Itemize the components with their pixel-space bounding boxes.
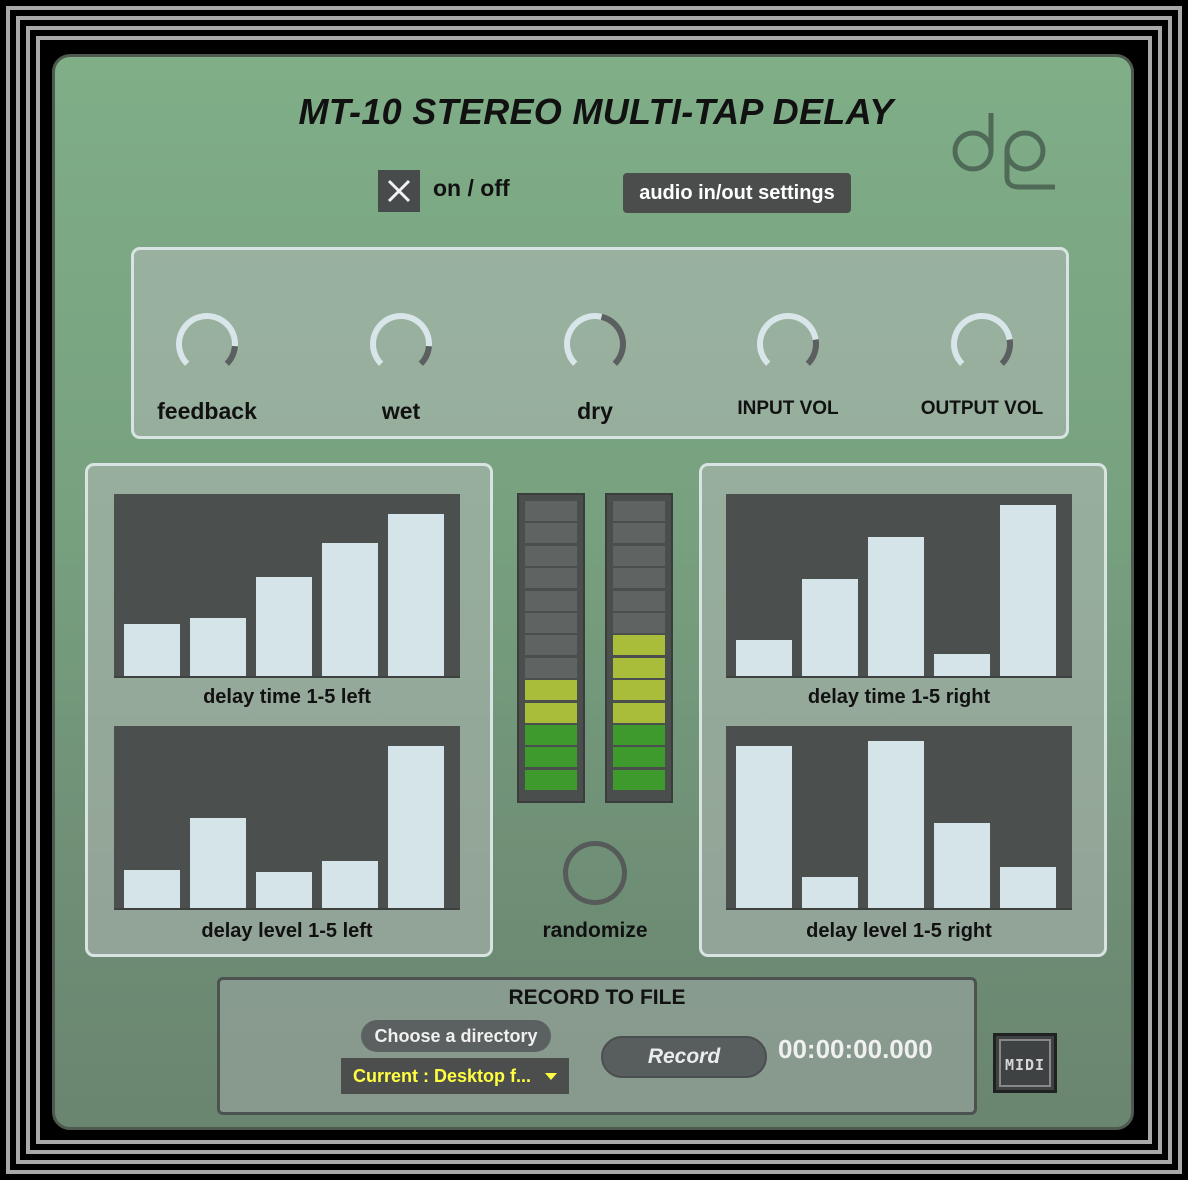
right-channel-panel: delay time 1-5 right delay level 1-5 rig…	[699, 463, 1107, 957]
meter-segment	[525, 702, 577, 723]
meter-segment	[525, 545, 577, 566]
midi-label: MIDI	[999, 1039, 1051, 1087]
left-channel-panel: delay time 1-5 left delay level 1-5 left	[85, 463, 493, 957]
meter-segment	[613, 523, 665, 544]
midi-button[interactable]: MIDI	[993, 1033, 1057, 1093]
graph-bar[interactable]	[802, 579, 858, 676]
meter-segment	[525, 769, 577, 790]
graph-label: delay level 1-5 right	[806, 920, 992, 942]
meter-segment	[525, 590, 577, 611]
meter-segment	[613, 613, 665, 633]
meter-segment	[525, 680, 577, 701]
meter-segment	[525, 501, 577, 521]
directory-value: Current : Desktop f...	[353, 1066, 532, 1086]
graph-bar[interactable]	[388, 514, 444, 676]
power-toggle[interactable]	[378, 170, 420, 212]
chevron-down-icon	[545, 1073, 557, 1080]
graph-bar[interactable]	[1000, 505, 1056, 676]
graph-bar[interactable]	[322, 861, 378, 908]
graph-bar[interactable]	[868, 537, 924, 676]
power-label: on / off	[433, 175, 510, 201]
knob-wet[interactable]	[365, 308, 437, 380]
meter-segment	[525, 725, 577, 745]
knob-label: OUTPUT VOL	[920, 398, 1044, 419]
meter-segment	[525, 747, 577, 768]
choose-directory-button[interactable]: Choose a directory	[361, 1020, 551, 1052]
knob-input-vol[interactable]	[752, 308, 824, 380]
meter-segment	[613, 568, 665, 589]
dp-logo	[952, 113, 1055, 190]
graph-bar[interactable]	[388, 746, 444, 908]
meter-segment	[613, 769, 665, 790]
randomize-label: randomize	[542, 919, 648, 942]
meter-segment	[525, 613, 577, 633]
graph-bar[interactable]	[1000, 867, 1056, 908]
knob-label: dry	[577, 398, 613, 424]
graph-bar[interactable]	[124, 870, 180, 908]
graph-bar[interactable]	[934, 654, 990, 676]
meter-segment	[613, 545, 665, 566]
meter-segment	[613, 747, 665, 768]
record-button[interactable]: Record	[601, 1036, 767, 1078]
meter-segment	[613, 657, 665, 678]
knob-dry[interactable]	[559, 308, 631, 380]
delay-time-left-graph[interactable]	[114, 494, 460, 678]
meter-segment	[613, 725, 665, 745]
level-meter-right	[605, 493, 673, 803]
record-panel: RECORD TO FILE Choose a directory Curren…	[217, 977, 977, 1115]
delay-level-left-graph[interactable]	[114, 726, 460, 910]
meter-segment	[613, 702, 665, 723]
graph-bar[interactable]	[736, 746, 792, 908]
meter-segment	[525, 523, 577, 544]
meter-segment	[613, 635, 665, 656]
meter-segment	[525, 657, 577, 678]
graph-bar[interactable]	[256, 577, 312, 676]
knob-label: feedback	[157, 398, 257, 424]
knob-label: wet	[381, 398, 421, 424]
meter-segment	[525, 635, 577, 656]
close-x-icon	[387, 179, 411, 203]
graph-bar[interactable]	[190, 818, 246, 908]
graph-bar[interactable]	[322, 543, 378, 676]
graph-label: delay level 1-5 left	[201, 920, 373, 942]
level-meter-left	[517, 493, 585, 803]
record-time: 00:00:00.000	[778, 1034, 933, 1064]
graph-bar[interactable]	[934, 823, 990, 908]
graph-bar[interactable]	[124, 624, 180, 676]
graph-bar[interactable]	[802, 877, 858, 908]
knob-label: INPUT VOL	[737, 398, 839, 419]
audio-settings-button[interactable]: audio in/out settings	[623, 173, 851, 213]
meter-segment	[613, 501, 665, 521]
plugin-panel: MT-10 STEREO MULTI-TAP DELAY on / off au…	[52, 54, 1134, 1130]
knob-panel: feedback wet dry INPUT VOL OUTPUT VOL	[131, 247, 1069, 439]
delay-time-right-graph[interactable]	[726, 494, 1072, 678]
graph-label: delay time 1-5 left	[203, 686, 371, 708]
graph-bar[interactable]	[736, 640, 792, 676]
graph-bar[interactable]	[868, 741, 924, 908]
graph-label: delay time 1-5 right	[807, 686, 991, 708]
knob-output-vol[interactable]	[946, 308, 1018, 380]
record-title: RECORD TO FILE	[508, 986, 686, 1009]
randomize-button[interactable]	[563, 841, 627, 905]
knob-feedback[interactable]	[171, 308, 243, 380]
delay-level-right-graph[interactable]	[726, 726, 1072, 910]
directory-dropdown[interactable]: Current : Desktop f...	[341, 1058, 569, 1094]
meter-segment	[613, 680, 665, 701]
graph-bar[interactable]	[190, 618, 246, 676]
meter-segment	[613, 590, 665, 611]
graph-bar[interactable]	[256, 872, 312, 908]
meter-segment	[525, 568, 577, 589]
